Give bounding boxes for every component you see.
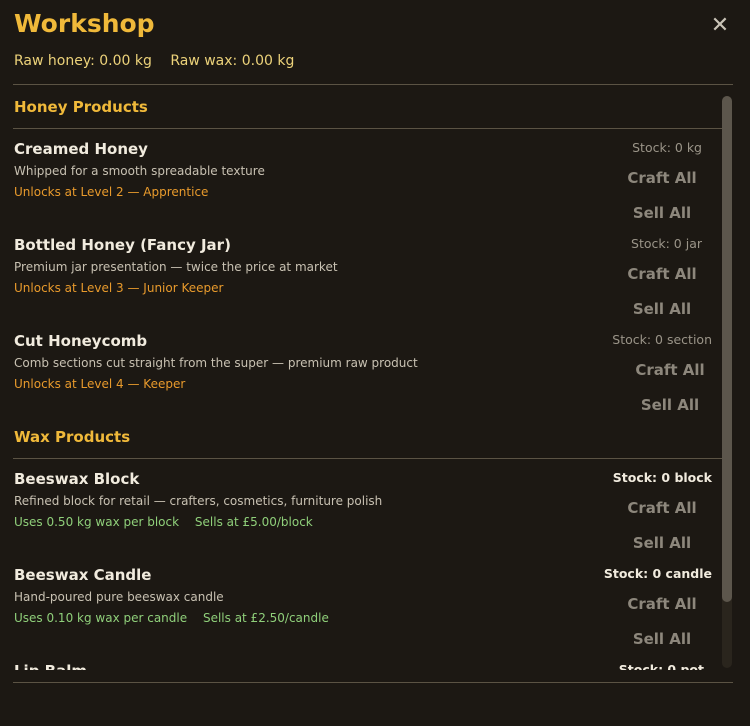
section-divider	[13, 458, 724, 459]
product-name: Beeswax Block	[14, 470, 140, 488]
wax-usage: Uses 0.50 kg wax per block	[14, 515, 180, 529]
divider	[13, 682, 733, 683]
sell-all-button[interactable]: Sell All	[622, 295, 702, 323]
product-name: Cut Honeycomb	[14, 332, 148, 350]
craft-all-button[interactable]: Craft All	[622, 260, 702, 288]
page-title: Workshop	[14, 9, 155, 38]
product-beeswax-candle: Beeswax Candle Hand-poured pure beeswax …	[0, 566, 724, 662]
stock-count: Stock: 0 candle	[603, 566, 712, 581]
sell-all-button[interactable]: Sell All	[622, 529, 702, 557]
product-creamed-honey: Creamed Honey Whipped for a smooth sprea…	[0, 140, 724, 236]
product-bottled-honey: Bottled Honey (Fancy Jar) Premium jar pr…	[0, 236, 724, 332]
product-name: Creamed Honey	[14, 140, 148, 158]
unlock-requirement: Unlocks at Level 3 — Junior Keeper	[14, 281, 224, 295]
divider	[13, 84, 733, 85]
sell-all-button[interactable]: Sell All	[622, 199, 702, 227]
product-beeswax-block: Beeswax Block Refined block for retail —…	[0, 470, 724, 566]
product-info: Uses 0.50 kg wax per block Sells at £5.0…	[14, 515, 325, 529]
raw-wax-amount: Raw wax: 0.00 kg	[170, 53, 295, 69]
section-divider	[13, 128, 724, 129]
craft-all-button[interactable]: Craft All	[622, 590, 702, 618]
product-description: Comb sections cut straight from the supe…	[14, 356, 418, 370]
product-name: Bottled Honey (Fancy Jar)	[14, 236, 231, 254]
scrollbar-thumb[interactable]	[722, 96, 732, 602]
sell-all-button[interactable]: Sell All	[622, 625, 702, 653]
resource-summary: Raw honey: 0.00 kg Raw wax: 0.00 kg	[14, 53, 308, 69]
stock-count: Stock: 0 pot	[618, 662, 704, 670]
craft-all-button[interactable]: Craft All	[630, 356, 710, 384]
workshop-panel: Workshop ✕ Raw honey: 0.00 kg Raw wax: 0…	[0, 0, 750, 726]
craft-all-button[interactable]: Craft All	[622, 164, 702, 192]
product-name: Lip Balm	[14, 662, 87, 670]
craft-all-button[interactable]: Craft All	[622, 494, 702, 522]
raw-honey-amount: Raw honey: 0.00 kg	[14, 53, 152, 69]
unlock-requirement: Unlocks at Level 2 — Apprentice	[14, 185, 209, 199]
wax-usage: Uses 0.10 kg wax per candle	[14, 611, 188, 625]
sell-price: Sells at £2.50/candle	[202, 611, 329, 625]
product-name: Beeswax Candle	[14, 566, 152, 584]
stock-count: Stock: 0 kg	[632, 140, 702, 155]
product-description: Premium jar presentation — twice the pri…	[14, 260, 338, 274]
product-info: Uses 0.10 kg wax per candle Sells at £2.…	[14, 611, 341, 625]
stock-count: Stock: 0 block	[612, 470, 712, 485]
scrollbar[interactable]	[722, 96, 732, 668]
product-description: Refined block for retail — crafters, cos…	[14, 494, 383, 508]
product-lip-balm: Lip Balm Stock: 0 pot	[0, 662, 724, 670]
products-list: Honey Products Creamed Honey Whipped for…	[0, 86, 734, 670]
product-description: Whipped for a smooth spreadable texture	[14, 164, 265, 178]
stock-count: Stock: 0 jar	[631, 236, 702, 251]
section-title-wax-products: Wax Products	[14, 428, 131, 446]
close-icon[interactable]: ✕	[708, 14, 732, 38]
section-title-honey-products: Honey Products	[14, 98, 148, 116]
unlock-requirement: Unlocks at Level 4 — Keeper	[14, 377, 186, 391]
sell-all-button[interactable]: Sell All	[630, 391, 710, 419]
sell-price: Sells at £5.00/block	[194, 515, 313, 529]
stock-count: Stock: 0 section	[612, 332, 712, 347]
product-description: Hand-poured pure beeswax candle	[14, 590, 224, 604]
product-cut-honeycomb: Cut Honeycomb Comb sections cut straight…	[0, 332, 724, 428]
